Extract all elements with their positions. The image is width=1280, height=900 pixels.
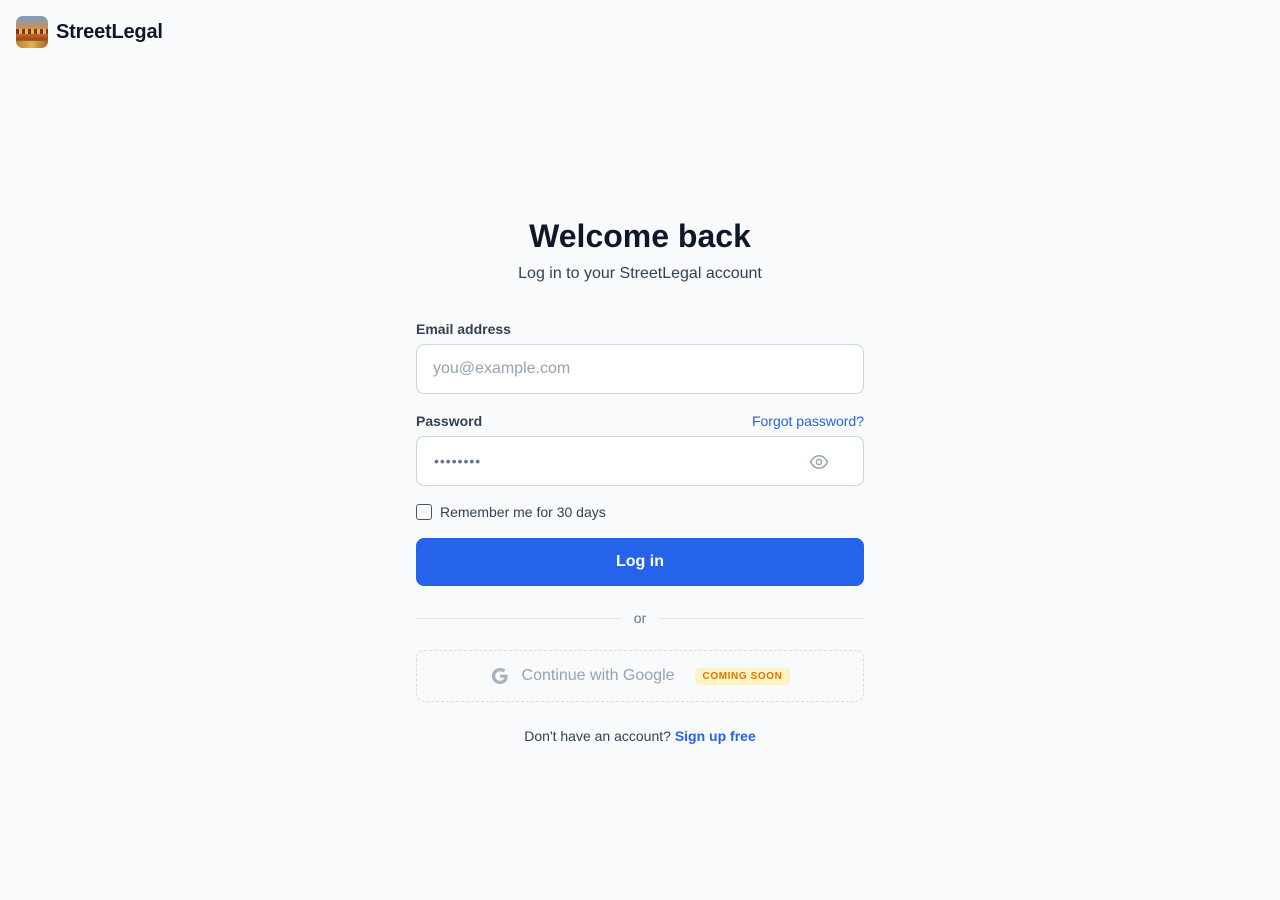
remember-me-checkbox[interactable] [416,504,432,520]
remember-me-label[interactable]: Remember me for 30 days [440,504,606,520]
page-title: Welcome back [529,218,751,254]
page-subtitle: Log in to your StreetLegal account [518,265,762,282]
brand-name: StreetLegal [56,20,163,43]
signup-prompt-text: Don't have an account? [524,728,671,744]
divider-line-left [416,617,622,619]
remember-me-row: Remember me for 30 days [416,504,864,520]
password-label: Password [416,413,483,429]
signup-link[interactable]: Sign up free [675,728,756,744]
google-login-button[interactable]: Continue with Google COMING SOON [416,650,864,702]
or-divider: or [416,610,865,626]
google-login-label: Continue with Google [521,667,675,684]
divider-text: or [633,610,647,626]
login-button[interactable]: Log in [416,538,864,586]
google-icon [490,666,510,686]
password-field[interactable]: •••••••• [416,436,864,486]
email-field-wrapper [416,344,864,394]
password-label-row: Password Forgot password? [416,412,864,430]
eye-icon[interactable] [809,452,829,472]
login-card: Welcome back Log in to your StreetLegal … [416,218,865,744]
password-group: Password Forgot password? •••••••• [416,412,864,486]
brand[interactable]: StreetLegal [16,16,163,48]
email-group: Email address [416,320,864,394]
coming-soon-badge: COMING SOON [694,667,791,685]
password-mask: •••••••• [434,453,482,469]
forgot-password-link[interactable]: Forgot password? [752,413,864,429]
divider-line-right [658,617,865,619]
brand-logo [16,16,48,48]
email-label: Email address [416,321,511,337]
email-field[interactable] [417,345,863,393]
signup-prompt: Don't have an account? Sign up free [416,728,864,744]
